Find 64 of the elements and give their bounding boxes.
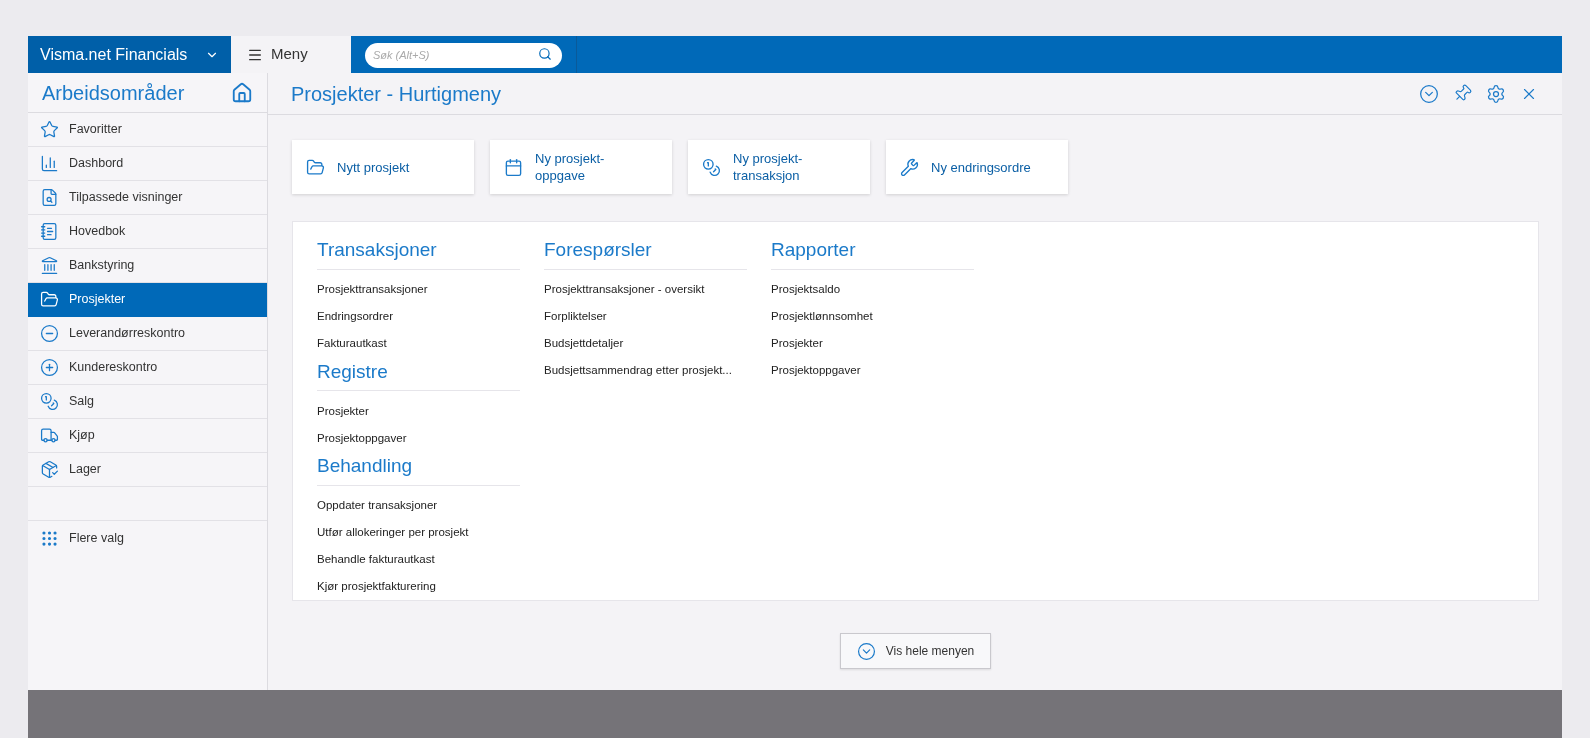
- chevron-down-circle-icon[interactable]: [1419, 83, 1439, 104]
- settings-icon[interactable]: [1486, 83, 1506, 104]
- menu-link[interactable]: Utfør allokeringer per prosjekt: [317, 519, 520, 547]
- menu-link[interactable]: Prosjekter: [771, 330, 974, 358]
- search-icon[interactable]: [538, 47, 552, 61]
- bar-chart-icon: [40, 154, 59, 173]
- menu-link[interactable]: Prosjektlønnsomhet: [771, 303, 974, 331]
- star-icon: [40, 120, 59, 139]
- menu-link[interactable]: Behandle fakturautkast: [317, 546, 520, 574]
- sidebar-item[interactable]: Dashbord: [28, 147, 267, 181]
- menu-link[interactable]: Prosjekter: [317, 398, 520, 425]
- brand-dropdown[interactable]: Visma.net Financials: [28, 36, 231, 73]
- sidebar-item[interactable]: Prosjekter: [28, 283, 267, 317]
- menu-link[interactable]: Prosjekttransaksjoner: [317, 276, 520, 304]
- sidebar-item[interactable]: Hovedbok: [28, 215, 267, 249]
- menu-link[interactable]: Prosjektoppgaver: [771, 357, 974, 385]
- chevron-down-circle-icon: [856, 641, 876, 661]
- folder-icon: [306, 157, 325, 177]
- section-heading: Rapporter: [771, 239, 856, 260]
- section-heading: Behandling: [317, 455, 413, 476]
- sidebar-item[interactable]: Kjøp: [28, 419, 267, 453]
- wrench-icon: [900, 157, 919, 177]
- section-heading: Transaksjoner: [317, 239, 437, 260]
- grid-icon: [40, 528, 59, 548]
- section-heading: Forespørsler: [544, 239, 652, 260]
- show-all-menu-button[interactable]: Vis hele menyen: [839, 633, 992, 669]
- section-heading: Registre: [317, 360, 388, 382]
- plus-circle-icon: [40, 358, 59, 377]
- coins-icon: [40, 392, 59, 411]
- sidebar-item[interactable]: Lager: [28, 453, 267, 487]
- sidebar-item[interactable]: Salg: [28, 385, 267, 419]
- search-field[interactable]: Søk (Alt+S): [365, 42, 562, 68]
- bank-icon: [40, 256, 59, 275]
- notebook-icon: [40, 222, 59, 241]
- document-search-icon: [40, 188, 59, 207]
- calendar-icon: [504, 157, 523, 177]
- sidebar-item[interactable]: Favoritter: [28, 113, 267, 147]
- menu-link[interactable]: Endringsordrer: [317, 303, 520, 331]
- menu-link[interactable]: Forpliktelser: [544, 303, 747, 331]
- menu-link[interactable]: Prosjekttransaksjoner - oversikt: [544, 276, 747, 304]
- quick-action-button[interactable]: Nytt prosjekt: [292, 140, 474, 194]
- menu-link[interactable]: Kjør prosjektfakturering: [317, 573, 520, 601]
- menu-link[interactable]: Prosjektsaldo: [771, 276, 974, 304]
- page-title: Prosjekter - Hurtigmeny: [291, 81, 502, 107]
- sidebar-title: Arbeidsområder: [42, 80, 185, 106]
- menu-link[interactable]: Budsjettsammendrag etter prosjekt...: [544, 357, 747, 385]
- quick-action-button[interactable]: Ny prosjekt-transaksjon: [688, 140, 870, 194]
- coins-icon: [702, 157, 721, 177]
- folder-icon: [40, 290, 59, 309]
- menu-tab[interactable]: Meny: [231, 36, 351, 73]
- quick-action-button[interactable]: Ny endringsordre: [886, 140, 1068, 194]
- sidebar-item[interactable]: Leverandørreskontro: [28, 317, 267, 351]
- quick-action-button[interactable]: Ny prosjekt-oppgave: [490, 140, 672, 194]
- sidebar-item[interactable]: Kundereskontro: [28, 351, 267, 385]
- home-icon[interactable]: [231, 81, 253, 104]
- menu-link[interactable]: Budsjettdetaljer: [544, 330, 747, 358]
- package-icon: [40, 460, 59, 479]
- menu-link[interactable]: Prosjektoppgaver: [317, 425, 520, 452]
- truck-icon: [40, 426, 59, 445]
- sidebar-item[interactable]: Flere valg: [28, 521, 267, 555]
- minus-circle-icon: [40, 324, 59, 343]
- menu-link[interactable]: Fakturautkast: [317, 330, 520, 358]
- sidebar-item[interactable]: Tilpassede visninger: [28, 181, 267, 215]
- menu-link[interactable]: Oppdater transaksjoner: [317, 492, 520, 520]
